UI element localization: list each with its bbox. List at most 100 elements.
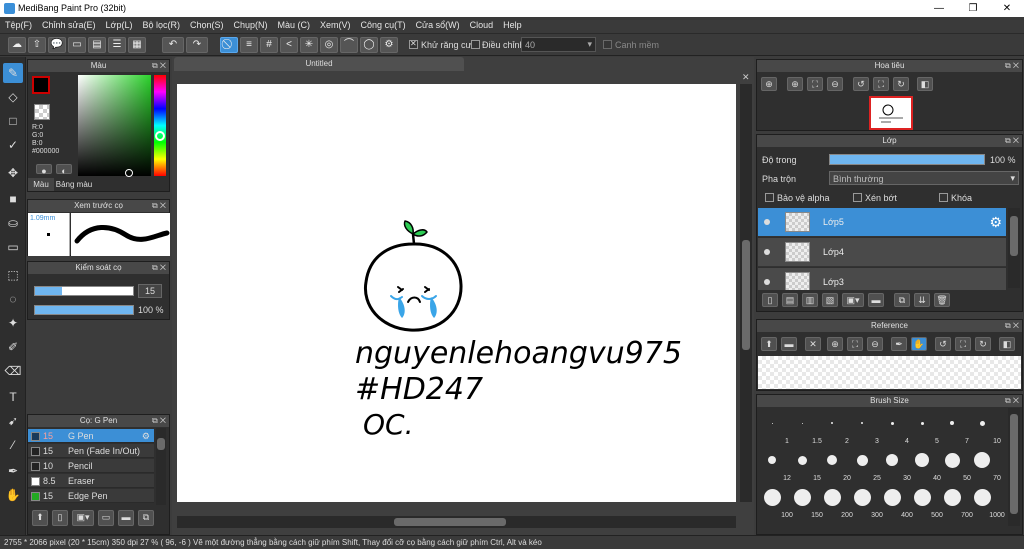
blend-mode-select[interactable]: Bình thường ▾ — [829, 171, 1019, 185]
zoom-in-icon[interactable]: ⊕ — [761, 77, 777, 91]
color-picker-square[interactable] — [78, 75, 151, 176]
layer-row[interactable]: Lớp5 ⚙ — [758, 208, 1006, 237]
menu-color[interactable]: Màu (C) — [273, 17, 316, 34]
color-picker-cursor[interactable] — [125, 169, 133, 177]
brush-size-option[interactable]: 50 — [937, 446, 971, 482]
delete-layer-icon[interactable]: 🗑 — [934, 293, 950, 307]
select-tool-icon[interactable]: ⬚ — [3, 265, 23, 285]
eyedropper-tool-icon[interactable]: ⁄ — [3, 435, 23, 455]
brush-size-option[interactable]: 4 — [877, 409, 909, 445]
adjust-input[interactable]: 40 ▾ — [521, 37, 596, 52]
hand-tool-icon[interactable]: ✋ — [3, 485, 23, 505]
dropper-icon[interactable]: ✒ — [3, 461, 23, 481]
brush-size-value[interactable]: 15 — [138, 284, 162, 298]
canvas-hscroll[interactable] — [177, 516, 736, 528]
brush-size-option[interactable]: 20 — [817, 446, 851, 482]
brush-size-option[interactable]: 500 — [907, 483, 943, 519]
reference-fit-icon[interactable]: ⛶ — [847, 337, 863, 351]
brush-size-option[interactable]: 7 — [937, 409, 969, 445]
brush-size-option[interactable]: 700 — [937, 483, 973, 519]
protect-alpha-checkbox[interactable] — [765, 193, 774, 202]
panel-close-icon[interactable]: ⧉ ✕ — [1005, 395, 1019, 407]
comment-icon[interactable]: ▭ — [68, 37, 86, 53]
layer-row[interactable]: Lớp4 — [758, 238, 1006, 267]
brush-item[interactable]: 15 Pen (Fade In/Out) — [28, 444, 154, 458]
brush-size-option[interactable]: 3 — [847, 409, 879, 445]
layer-folder-menu-icon[interactable]: ▣▾ — [842, 293, 864, 307]
brush-opacity-slider[interactable] — [34, 305, 134, 315]
brush-new-icon[interactable]: ▯ — [52, 510, 68, 526]
reference-reset-icon[interactable]: ⛶ — [955, 337, 971, 351]
dot-tool-icon[interactable]: ✓ — [3, 135, 23, 155]
brush-duplicate-icon[interactable]: ⧉ — [138, 510, 154, 526]
panel-close-icon[interactable]: ⧉ ✕ — [152, 262, 166, 274]
reference-hand-icon[interactable]: ✋ — [911, 337, 927, 351]
brush-add-icon[interactable]: ⬆ — [32, 510, 48, 526]
reference-eyedropper-icon[interactable]: ✒ — [891, 337, 907, 351]
rotate-left-icon[interactable]: ↺ — [853, 77, 869, 91]
brush-item[interactable]: 10 Pencil — [28, 459, 154, 473]
undo-icon[interactable]: ↶ — [162, 37, 184, 53]
select-eraser-icon[interactable]: ⌫ — [3, 361, 23, 381]
layer-opacity-slider[interactable] — [829, 154, 985, 165]
brush-item[interactable]: 15 Edge Pen — [28, 489, 154, 503]
menu-filter[interactable]: Bộ lọc(R) — [137, 17, 185, 34]
reference-rotate-right-icon[interactable]: ↻ — [975, 337, 991, 351]
visibility-icon[interactable] — [764, 249, 770, 255]
select-pen-icon[interactable]: ✐ — [3, 337, 23, 357]
redo-icon[interactable]: ↷ — [186, 37, 208, 53]
brush-item[interactable]: 15 G Pen ⚙ — [28, 429, 154, 443]
panel-close-icon[interactable]: ⧉ ✕ — [1005, 320, 1019, 332]
brush-size-slider[interactable] — [34, 286, 134, 296]
curve-snap-icon[interactable]: ⌒ — [340, 37, 358, 53]
brush-size-option[interactable]: 1 — [757, 409, 789, 445]
menu-window[interactable]: Cửa sổ(W) — [411, 17, 465, 34]
document-icon[interactable]: ▤ — [88, 37, 106, 53]
palette-link-icon[interactable]: ◐ — [56, 164, 72, 176]
cloud-icon[interactable]: ☁ — [8, 37, 26, 53]
snap-off-icon[interactable]: ⃠ — [220, 37, 238, 53]
navigator-thumbnail[interactable] — [869, 96, 913, 130]
brush-folder-icon[interactable]: ▬ — [118, 510, 134, 526]
minimize-button[interactable]: — — [922, 0, 956, 17]
new-halftone-layer-icon[interactable]: ▤ — [782, 293, 798, 307]
gradient-tool-icon[interactable]: ▭ — [3, 237, 23, 257]
brush-size-option[interactable]: 5 — [907, 409, 939, 445]
reference-open-icon[interactable]: ⬆ — [761, 337, 777, 351]
menu-select[interactable]: Chọn(S) — [185, 17, 229, 34]
brush-item[interactable]: 8.5 Eraser — [28, 474, 154, 488]
radial-snap-icon[interactable]: ✳ — [300, 37, 318, 53]
vanish-snap-icon[interactable]: < — [280, 37, 298, 53]
reference-zoom-out-icon[interactable]: ⊖ — [867, 337, 883, 351]
layer-row[interactable]: Lớp3 — [758, 268, 1006, 290]
rectangle-tool-icon[interactable]: □ — [3, 111, 23, 131]
palette-add-icon[interactable]: ● — [36, 164, 52, 176]
cross-snap-icon[interactable]: # — [260, 37, 278, 53]
new-1bit-layer-icon[interactable]: ▧ — [822, 293, 838, 307]
tab-color[interactable]: Màu — [28, 178, 54, 191]
brush-size-option[interactable]: 300 — [847, 483, 883, 519]
text-tool-icon[interactable]: T — [3, 387, 23, 407]
reference-canvas[interactable] — [758, 356, 1021, 389]
new-layer-icon[interactable]: ▯ — [762, 293, 778, 307]
brush-size-option[interactable]: 1.5 — [787, 409, 822, 445]
brush-size-option[interactable]: 70 — [967, 446, 1001, 482]
menu-layer[interactable]: Lớp(L) — [101, 17, 138, 34]
grid-icon[interactable]: ▦ — [128, 37, 146, 53]
reference-zoom-in-icon[interactable]: ⊕ — [827, 337, 843, 351]
menu-view[interactable]: Xem(V) — [315, 17, 356, 34]
panel-close-icon[interactable]: ⧉ ✕ — [1005, 135, 1019, 147]
reference-rotate-left-icon[interactable]: ↺ — [935, 337, 951, 351]
antialias-checkbox[interactable] — [409, 39, 418, 49]
brush-size-scrollbar[interactable] — [1008, 408, 1020, 526]
reference-close-icon[interactable]: ✕ — [805, 337, 821, 351]
primary-color-swatch[interactable] — [32, 76, 50, 94]
reference-folder-icon[interactable]: ▬ — [781, 337, 797, 351]
clipping-checkbox[interactable] — [853, 193, 862, 202]
menu-tools[interactable]: Công cụ(T) — [356, 17, 411, 34]
lock-checkbox[interactable] — [939, 193, 948, 202]
brush-size-option[interactable]: 10 — [967, 409, 1001, 445]
brush-copy-icon[interactable]: ▭ — [98, 510, 114, 526]
upload-icon[interactable]: ⇧ — [28, 37, 46, 53]
zoom-in-alt-icon[interactable]: ⊕ — [787, 77, 803, 91]
